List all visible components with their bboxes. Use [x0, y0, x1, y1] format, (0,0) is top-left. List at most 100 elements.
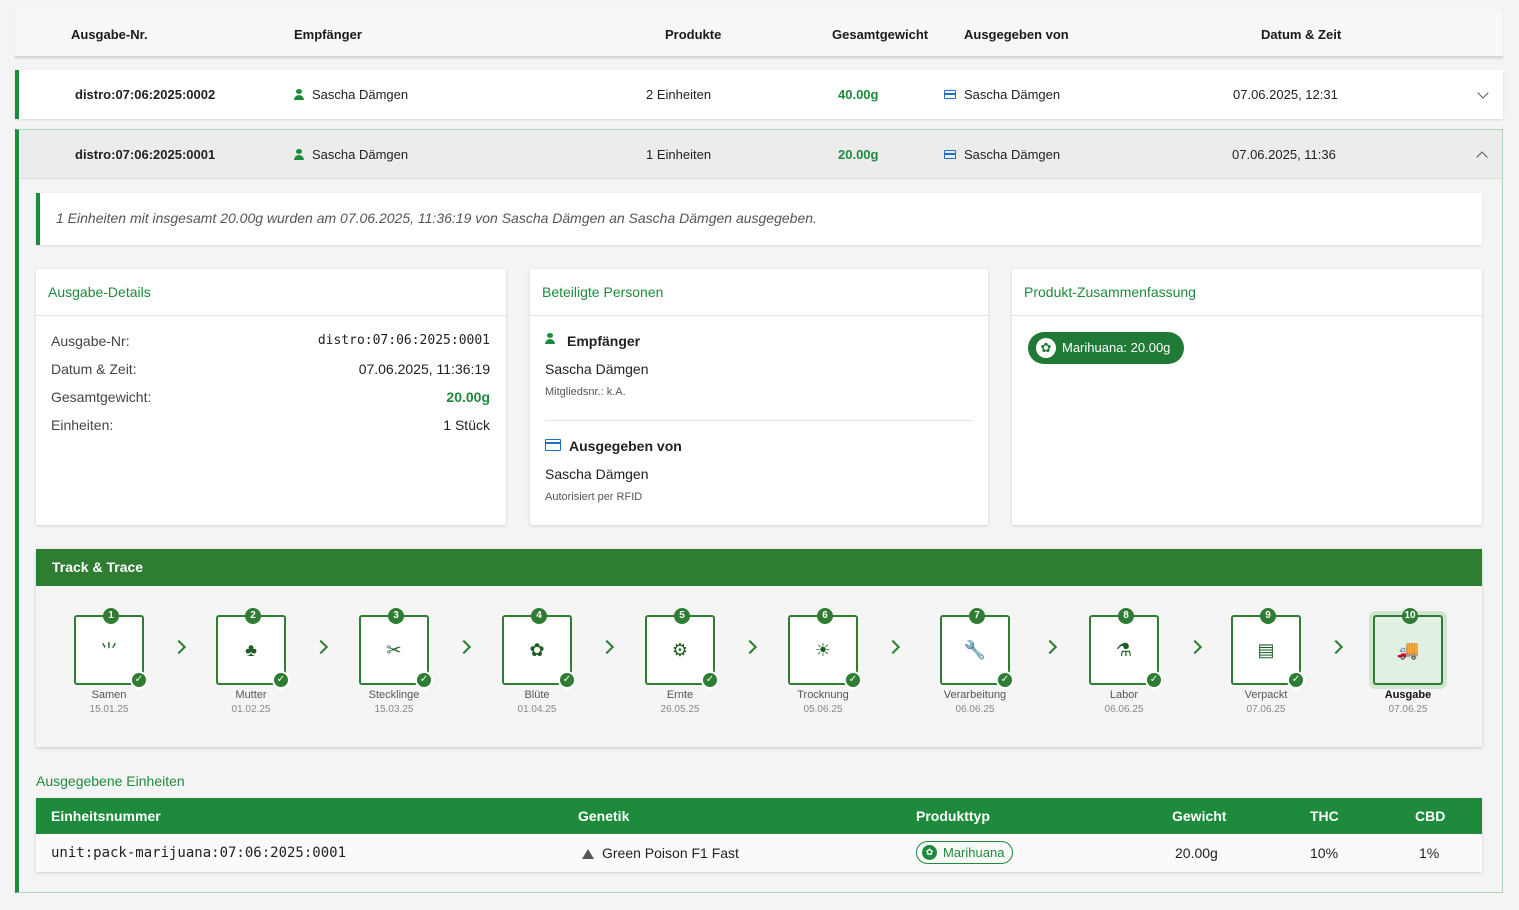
chevron-up-icon[interactable] — [1476, 151, 1488, 163]
track-and-trace: Track & Trace 1 ⺌ ✓ Samen 15.01.25 2 ♣ ✓ Mutter 0… — [36, 549, 1482, 747]
col-einheitsnummer[interactable]: Einheitsnummer — [51, 808, 161, 824]
step-date: 07.06.25 — [1246, 704, 1286, 715]
step-label: Labor — [1109, 689, 1139, 701]
chevron-right-icon — [456, 639, 472, 655]
track-step-blüte[interactable]: 4 ✿ ✓ Blüte 01.04.25 — [502, 608, 576, 715]
row-issuer: Sascha Dämgen — [944, 147, 1060, 162]
table-row[interactable]: distro:07:06:2025:0001 Sascha Dämgen 1 E… — [19, 130, 1502, 179]
chevron-right-icon — [1187, 639, 1203, 655]
track-step-box[interactable]: 10 🚚 — [1373, 608, 1443, 685]
track-step-box[interactable]: 5 ⚙ ✓ — [645, 608, 719, 689]
unit-thc: 10% — [1310, 845, 1339, 861]
step-date: 06.06.25 — [1104, 704, 1144, 715]
track-step-ausgabe[interactable]: 10 🚚 Ausgabe 07.06.25 — [1373, 608, 1443, 715]
card-icon — [545, 439, 561, 451]
chevron-right-icon — [1328, 639, 1344, 655]
step-number: 2 — [245, 608, 261, 624]
chevron-right-icon — [599, 639, 615, 655]
header-empfaenger[interactable]: Empfänger — [294, 27, 362, 42]
issuer-heading: Ausgegeben von — [545, 438, 682, 454]
person-icon — [294, 149, 304, 160]
table-row[interactable]: unit:pack-marijuana:07:06:2025:0001 Gree… — [36, 834, 1482, 872]
header-produkte[interactable]: Produkte — [665, 27, 721, 42]
table-row[interactable]: distro:07:06:2025:0002 Sascha Dämgen 2 E… — [15, 70, 1503, 119]
track-step-box[interactable]: 8 ⚗ ✓ — [1089, 608, 1163, 689]
track-step-labor[interactable]: 8 ⚗ ✓ Labor 06.06.25 — [1089, 608, 1163, 715]
archive-icon: ▤ — [1257, 639, 1275, 660]
track-step-box[interactable]: 4 ✿ ✓ — [502, 608, 576, 689]
track-step-ernte[interactable]: 5 ⚙ ✓ Ernte 26.05.25 — [645, 608, 719, 715]
step-label: Ernte — [666, 689, 694, 701]
step-label: Trocknung — [797, 689, 849, 701]
col-cbd[interactable]: CBD — [1415, 808, 1445, 824]
row-weight: 40.00g — [838, 87, 879, 102]
row-id: distro:07:06:2025:0001 — [75, 147, 216, 162]
row-issuer: Sascha Dämgen — [944, 87, 1060, 102]
units-table-header: Einheitsnummer Genetik Produkttyp Gewich… — [36, 798, 1482, 834]
row-id: distro:07:06:2025:0002 — [75, 87, 216, 102]
step-number: 6 — [817, 608, 833, 624]
recipient-heading: Empfänger — [545, 333, 640, 349]
col-gewicht[interactable]: Gewicht — [1172, 808, 1226, 824]
track-step-box[interactable]: 9 ▤ ✓ — [1231, 608, 1305, 689]
header-gesamtgewicht[interactable]: Gesamtgewicht — [832, 27, 928, 42]
track-step-box[interactable]: 2 ♣ ✓ — [216, 608, 290, 689]
chevron-right-icon — [885, 639, 901, 655]
chevron-right-icon — [1042, 639, 1058, 655]
check-icon: ✓ — [1287, 671, 1305, 689]
flower-icon: ✿ — [922, 845, 937, 860]
track-step-trocknung[interactable]: 6 ☀ ✓ Trocknung 05.06.25 — [788, 608, 862, 715]
step-date: 05.06.25 — [803, 704, 843, 715]
step-number: 8 — [1118, 608, 1134, 624]
track-step-stecklinge[interactable]: 3 ✂ ✓ Stecklinge 15.03.25 — [359, 608, 433, 715]
step-label: Samen — [91, 689, 127, 701]
issuer-auth: Autorisiert per RFID — [545, 491, 643, 503]
chevron-right-icon — [742, 639, 758, 655]
track-step-samen[interactable]: 1 ⺌ ✓ Samen 15.01.25 — [74, 608, 148, 715]
wrench-icon: 🔧 — [963, 639, 987, 660]
check-icon: ✓ — [272, 671, 290, 689]
unit-type: ✿ Marihuana — [916, 841, 1014, 864]
header-ausgabe-nr[interactable]: Ausgabe-Nr. — [71, 27, 148, 42]
divider — [545, 420, 972, 421]
person-icon — [294, 89, 304, 100]
step-label: Mutter — [235, 689, 267, 701]
distribution-summary: 1 Einheiten mit insgesamt 20.00g wurden … — [36, 193, 1482, 245]
track-step-mutter[interactable]: 2 ♣ ✓ Mutter 01.02.25 — [216, 608, 290, 715]
col-thc[interactable]: THC — [1310, 808, 1339, 824]
track-step-box[interactable]: 7 🔧 ✓ — [940, 608, 1014, 689]
track-step-box[interactable]: 3 ✂ ✓ — [359, 608, 433, 689]
check-icon: ✓ — [558, 671, 576, 689]
row-datetime: 07.06.2025, 11:36 — [1232, 147, 1336, 162]
card-title: Beteiligte Personen — [530, 269, 988, 316]
units-heading: Ausgegebene Einheiten — [36, 773, 185, 789]
flower-icon: ✿ — [529, 639, 545, 660]
track-step-verpackt[interactable]: 9 ▤ ✓ Verpackt 07.06.25 — [1231, 608, 1305, 715]
step-date: 06.06.25 — [955, 704, 995, 715]
flask-icon: ⚗ — [1115, 639, 1133, 660]
step-label: Verpackt — [1244, 689, 1288, 701]
check-icon: ✓ — [996, 671, 1014, 689]
card-title: Produkt-Zusammenfassung — [1012, 269, 1482, 316]
row-products: 2 Einheiten — [646, 87, 712, 102]
col-genetik[interactable]: Genetik — [578, 808, 629, 824]
card-icon — [944, 150, 956, 159]
chevron-down-icon[interactable] — [1477, 87, 1489, 99]
check-icon: ✓ — [415, 671, 433, 689]
unit-cbd: 1% — [1419, 845, 1440, 861]
track-step-box[interactable]: 6 ☀ ✓ — [788, 608, 862, 689]
header-datum-zeit[interactable]: Datum & Zeit — [1261, 27, 1341, 42]
step-label: Ausgabe — [1384, 689, 1432, 701]
step-number: 10 — [1402, 608, 1418, 624]
step-number: 1 — [103, 608, 119, 624]
product-chip: ✿ Marihuana: 20.00g — [1028, 332, 1185, 364]
row-datetime: 07.06.2025, 12:31 — [1233, 87, 1338, 102]
step-date: 01.04.25 — [517, 704, 557, 715]
track-step-box[interactable]: 1 ⺌ ✓ — [74, 608, 148, 689]
truck-icon: 🚚 — [1396, 639, 1420, 660]
col-produkttyp[interactable]: Produkttyp — [916, 808, 990, 824]
chevron-right-icon — [313, 639, 329, 655]
header-ausgegeben-von[interactable]: Ausgegeben von — [964, 27, 1069, 42]
row-weight: 20.00g — [838, 147, 879, 162]
track-step-verarbeitung[interactable]: 7 🔧 ✓ Verarbeitung 06.06.25 — [940, 608, 1014, 715]
